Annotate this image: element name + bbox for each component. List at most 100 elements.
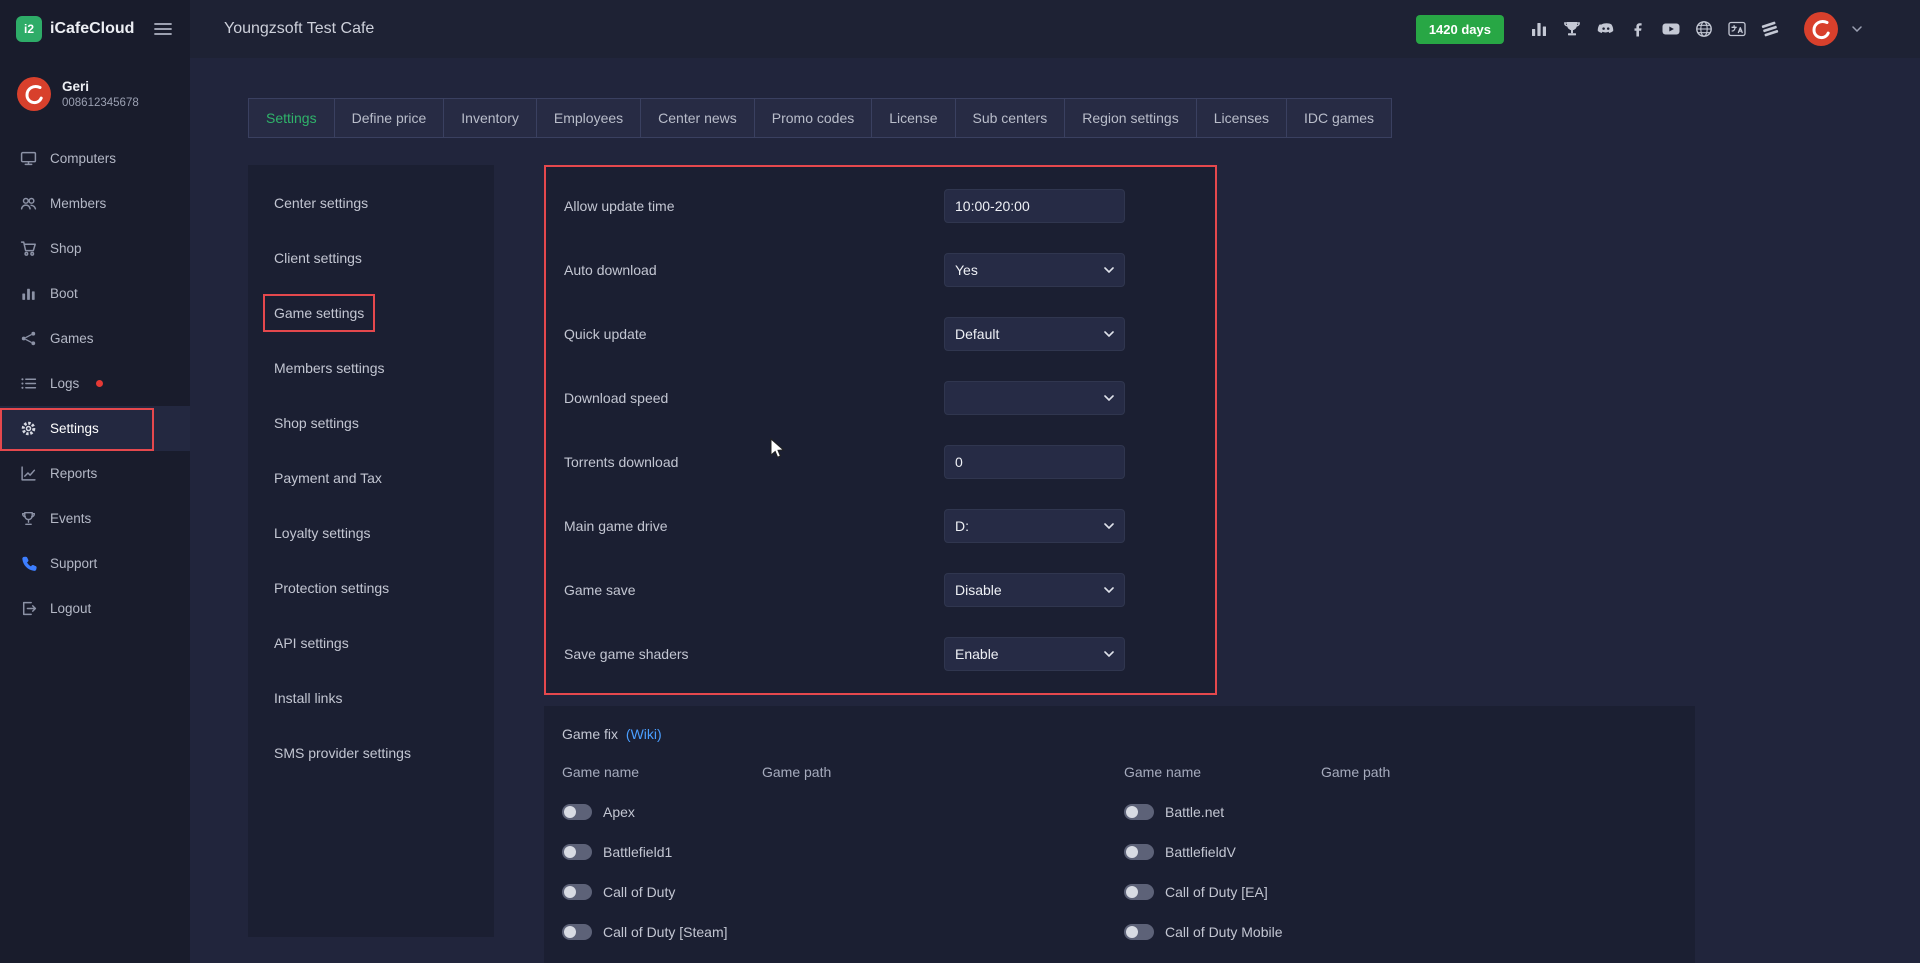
sidebar-item-shop[interactable]: Shop [0,226,190,271]
toggle-call-of-duty-mobile[interactable] [1124,924,1154,940]
chevron-down-icon [1104,331,1114,337]
toggle-knob [1126,886,1138,898]
toggle-call-of-duty[interactable] [562,884,592,900]
toggle-knob [564,886,576,898]
settings-nav-install-links[interactable]: Install links [248,670,494,725]
settings-nav-label: API settings [274,635,349,651]
tab-region-settings[interactable]: Region settings [1064,98,1197,138]
tab-idc-games[interactable]: IDC games [1286,98,1392,138]
gear-icon [20,420,37,437]
brand[interactable]: i2 iCafeCloud [16,16,134,42]
settings-nav-label: Center settings [274,195,368,211]
sidebar-item-logout[interactable]: Logout [0,586,190,631]
hamburger-menu-icon[interactable] [150,18,176,40]
sidebar-item-support[interactable]: Support [0,541,190,586]
logout-icon [20,600,37,617]
sidebar-item-label: Logout [50,601,91,616]
game-row-cell: BattlefieldV [1124,832,1321,872]
save-game-shaders-select[interactable]: Enable [944,637,1125,671]
days-badge[interactable]: 1420 days [1416,15,1504,44]
game-path-cell [762,872,1124,912]
user-profile[interactable]: Geri 008612345678 [0,58,190,128]
settings-nav-client-settings[interactable]: Client settings [248,230,494,285]
settings-nav-game-settings[interactable]: Game settings [248,285,494,340]
sidebar-item-label: Members [50,196,106,211]
game-row-cell: Apex [562,792,762,832]
form-row: Quick update Default [546,302,1215,366]
settings-nav-api-settings[interactable]: API settings [248,615,494,670]
allow-update-time-input[interactable] [944,189,1125,223]
account-avatar[interactable] [1803,11,1839,47]
toggle-call-of-duty-steam[interactable] [562,924,592,940]
wiki-link[interactable]: (Wiki) [626,726,662,742]
globe-icon[interactable] [1694,19,1714,39]
sidebar-item-settings[interactable]: Settings [0,406,190,451]
torrents-download-input[interactable] [944,445,1125,479]
page-content: Settings Define price Inventory Employee… [190,58,1920,963]
toggle-knob [564,926,576,938]
field-label-allow-update-time: Allow update time [564,198,944,214]
chevron-down-icon [1104,651,1114,657]
field-label-game-save: Game save [564,582,944,598]
settings-nav-center-settings[interactable]: Center settings [248,175,494,230]
boot-icon [20,285,37,302]
translate-icon[interactable] [1727,19,1747,39]
discord-icon[interactable] [1595,19,1615,39]
settings-nav-label: Loyalty settings [274,525,371,541]
toggle-battlefield1[interactable] [562,844,592,860]
sidebar-nav: Computers Members Shop Boot Games Logs [0,128,190,631]
field-label-download-speed: Download speed [564,390,944,406]
toggle-battlefieldv[interactable] [1124,844,1154,860]
game-fix-title: Game fix [562,726,618,742]
tab-sub-centers[interactable]: Sub centers [955,98,1066,138]
settings-nav-members-settings[interactable]: Members settings [248,340,494,395]
tab-center-news[interactable]: Center news [640,98,755,138]
sidebar-item-computers[interactable]: Computers [0,136,190,181]
sidebar-item-boot[interactable]: Boot [0,271,190,316]
game-name: BattlefieldV [1165,844,1236,860]
chevron-down-icon [1104,267,1114,273]
stats-icon[interactable] [1529,19,1549,39]
main-game-drive-select[interactable]: D: [944,509,1125,543]
select-value: D: [955,518,969,534]
settings-nav-loyalty-settings[interactable]: Loyalty settings [248,505,494,560]
toggle-apex[interactable] [562,804,592,820]
game-save-select[interactable]: Disable [944,573,1125,607]
tab-promo-codes[interactable]: Promo codes [754,98,872,138]
toggle-battle-net[interactable] [1124,804,1154,820]
quick-update-select[interactable]: Default [944,317,1125,351]
sidebar-item-games[interactable]: Games [0,316,190,361]
select-value: Enable [955,646,999,662]
tab-license[interactable]: License [871,98,955,138]
game-row-cell: Call of Duty [562,872,762,912]
youtube-icon[interactable] [1661,19,1681,39]
toggle-call-of-duty-ea[interactable] [1124,884,1154,900]
select-value: Disable [955,582,1002,598]
settings-nav-sms-provider-settings[interactable]: SMS provider settings [248,725,494,780]
settings-nav-payment-and-tax[interactable]: Payment and Tax [248,450,494,505]
game-name: Battlefield1 [603,844,672,860]
chevron-down-icon[interactable] [1852,26,1862,32]
tab-inventory[interactable]: Inventory [443,98,537,138]
tab-define-price[interactable]: Define price [334,98,445,138]
sidebar-item-reports[interactable]: Reports [0,451,190,496]
facebook-icon[interactable] [1628,19,1648,39]
settings-nav-shop-settings[interactable]: Shop settings [248,395,494,450]
layers-icon[interactable] [1760,19,1780,39]
game-settings-form: Allow update time Auto download Yes Quic… [544,165,1217,695]
auto-download-select[interactable]: Yes [944,253,1125,287]
events-icon [20,510,37,527]
tab-settings[interactable]: Settings [248,98,335,138]
user-phone: 008612345678 [62,97,139,109]
tab-licenses[interactable]: Licenses [1196,98,1287,138]
game-path-cell [1321,832,1695,872]
sidebar-item-members[interactable]: Members [0,181,190,226]
download-speed-select[interactable] [944,381,1125,415]
form-row: Download speed [546,366,1215,430]
tab-employees[interactable]: Employees [536,98,641,138]
trophy-icon[interactable] [1562,19,1582,39]
settings-nav-protection-settings[interactable]: Protection settings [248,560,494,615]
sidebar-item-logs[interactable]: Logs [0,361,190,406]
field-label-main-game-drive: Main game drive [564,518,944,534]
sidebar-item-events[interactable]: Events [0,496,190,541]
